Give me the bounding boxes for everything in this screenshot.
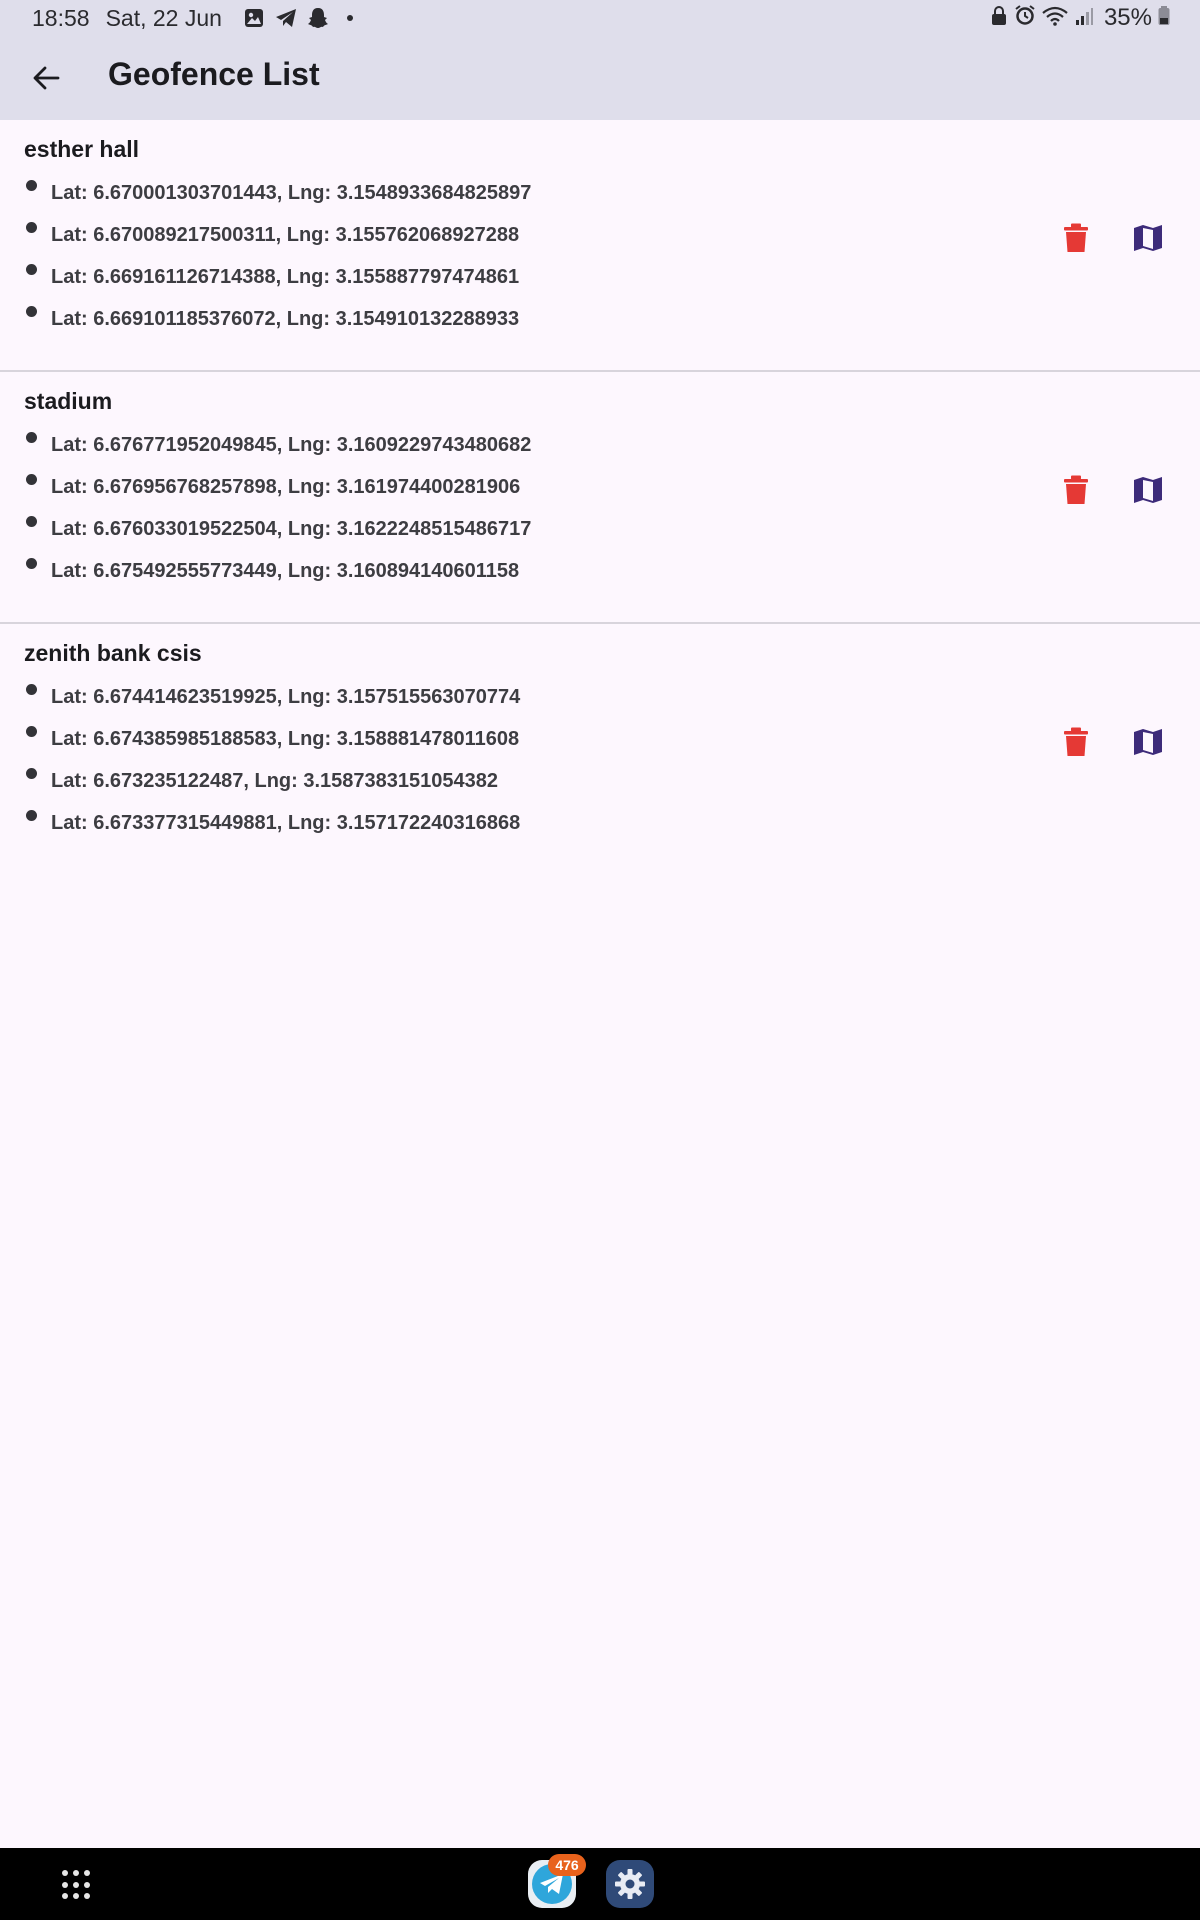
coordinate-item: Lat: 6.674414623519925, Lng: 3.157515563… (24, 676, 520, 718)
status-bar: 18:58 Sat, 22 Jun 35% (0, 0, 1200, 36)
battery-percent: 35% (1103, 4, 1152, 31)
view-map-button[interactable] (1124, 214, 1172, 262)
coordinate-item: Lat: 6.674385985188583, Lng: 3.158881478… (24, 718, 520, 760)
trash-icon (1064, 727, 1088, 756)
trash-icon (1064, 475, 1088, 504)
delete-button[interactable] (1052, 466, 1100, 514)
status-time: 18:58 (32, 4, 90, 31)
coordinate-item: Lat: 6.670001303701443, Lng: 3.154893368… (24, 172, 531, 214)
geofence-item: stadium Lat: 6.676771952049845, Lng: 3.1… (0, 372, 1200, 624)
grid-dot-icon (84, 1870, 90, 1876)
navigation-bar: 476 (0, 1848, 1200, 1920)
geofence-actions (1052, 214, 1172, 262)
view-map-button[interactable] (1124, 466, 1172, 514)
bullet-icon (26, 432, 37, 443)
grid-dot-icon (73, 1893, 79, 1900)
back-button[interactable] (18, 50, 74, 106)
app-drawer-button[interactable] (62, 1870, 92, 1900)
view-map-button[interactable] (1124, 718, 1172, 766)
geofence-actions (1052, 466, 1172, 514)
settings-app-button[interactable] (606, 1860, 654, 1908)
lock-icon (990, 5, 1008, 32)
coordinate-text: Lat: 6.673235122487, Lng: 3.158738315105… (51, 769, 499, 792)
alarm-icon (1014, 4, 1036, 32)
bullet-icon (26, 726, 37, 737)
map-icon (1134, 477, 1162, 503)
grid-dot-icon (84, 1893, 90, 1900)
coordinate-text: Lat: 6.669161126714388, Lng: 3.155887797… (51, 265, 520, 288)
gear-icon (615, 1869, 645, 1899)
telegram-icon (272, 4, 300, 32)
bullet-icon (26, 516, 37, 527)
bullet-icon (26, 264, 37, 275)
trash-icon (1064, 223, 1088, 252)
coordinate-text: Lat: 6.674385985188583, Lng: 3.158881478… (51, 727, 520, 750)
bullet-icon (26, 810, 37, 821)
bullet-icon (26, 222, 37, 233)
coordinate-item: Lat: 6.669101185376072, Lng: 3.154910132… (24, 298, 531, 340)
geofence-points: Lat: 6.670001303701443, Lng: 3.154893368… (24, 172, 531, 340)
geofence-points: Lat: 6.674414623519925, Lng: 3.157515563… (24, 676, 520, 844)
coordinate-text: Lat: 6.676771952049845, Lng: 3.160922974… (51, 433, 532, 456)
delete-button[interactable] (1052, 214, 1100, 262)
coordinate-item: Lat: 6.669161126714388, Lng: 3.155887797… (24, 256, 531, 298)
geofence-actions (1052, 718, 1172, 766)
geofence-item: esther hall Lat: 6.670001303701443, Lng:… (0, 120, 1200, 372)
geofence-item: zenith bank csis Lat: 6.674414623519925,… (0, 624, 1200, 876)
notification-badge: 476 (548, 1854, 586, 1876)
coordinate-text: Lat: 6.675492555773449, Lng: 3.160894140… (51, 559, 520, 582)
coordinate-item: Lat: 6.676771952049845, Lng: 3.160922974… (24, 424, 531, 466)
arrow-back-icon (33, 66, 60, 90)
status-date: Sat, 22 Jun (105, 4, 222, 31)
grid-dot-icon (62, 1881, 68, 1888)
bullet-icon (26, 684, 37, 695)
grid-dot-icon (62, 1870, 68, 1876)
coordinate-text: Lat: 6.669101185376072, Lng: 3.154910132… (51, 307, 520, 330)
coordinate-item: Lat: 6.670089217500311, Lng: 3.155762068… (24, 214, 531, 256)
delete-button[interactable] (1052, 718, 1100, 766)
coordinate-text: Lat: 6.670001303701443, Lng: 3.154893368… (51, 181, 532, 204)
bullet-icon (26, 768, 37, 779)
coordinate-text: Lat: 6.674414623519925, Lng: 3.157515563… (51, 685, 521, 708)
bullet-icon (26, 558, 37, 569)
coordinate-text: Lat: 6.676956768257898, Lng: 3.161974400… (51, 475, 521, 498)
coordinate-item: Lat: 6.673377315449881, Lng: 3.157172240… (24, 802, 520, 844)
page-title: Geofence List (108, 56, 320, 92)
coordinate-text: Lat: 6.676033019522504, Lng: 3.162224851… (51, 517, 532, 540)
grid-dot-icon (73, 1870, 79, 1876)
signal-icon (1074, 5, 1094, 32)
grid-dot-icon (62, 1893, 68, 1900)
map-icon (1134, 225, 1162, 251)
grid-dot-icon (84, 1881, 90, 1888)
coordinate-item: Lat: 6.675492555773449, Lng: 3.160894140… (24, 550, 531, 592)
wifi-icon (1042, 5, 1068, 32)
geofence-list: esther hall Lat: 6.670001303701443, Lng:… (0, 120, 1200, 876)
status-right: 35% (990, 0, 1170, 36)
coordinate-item: Lat: 6.676956768257898, Lng: 3.161974400… (24, 466, 531, 508)
coordinate-item: Lat: 6.673235122487, Lng: 3.158738315105… (24, 760, 520, 802)
snapchat-icon (304, 4, 332, 32)
coordinate-text: Lat: 6.670089217500311, Lng: 3.155762068… (51, 223, 520, 246)
coordinate-text: Lat: 6.673377315449881, Lng: 3.157172240… (51, 811, 521, 834)
dot-icon (336, 4, 364, 32)
geofence-name: esther hall (24, 136, 140, 162)
geofence-points: Lat: 6.676771952049845, Lng: 3.160922974… (24, 424, 531, 592)
battery-icon (1158, 5, 1170, 32)
grid-dot-icon (73, 1881, 79, 1888)
bullet-icon (26, 306, 37, 317)
gallery-icon (240, 4, 268, 32)
coordinate-item: Lat: 6.676033019522504, Lng: 3.162224851… (24, 508, 531, 550)
app-bar: Geofence List (0, 36, 1200, 120)
bullet-icon (26, 474, 37, 485)
geofence-name: stadium (24, 388, 113, 414)
map-icon (1134, 729, 1162, 755)
geofence-name: zenith bank csis (24, 640, 202, 666)
bullet-icon (26, 180, 37, 191)
